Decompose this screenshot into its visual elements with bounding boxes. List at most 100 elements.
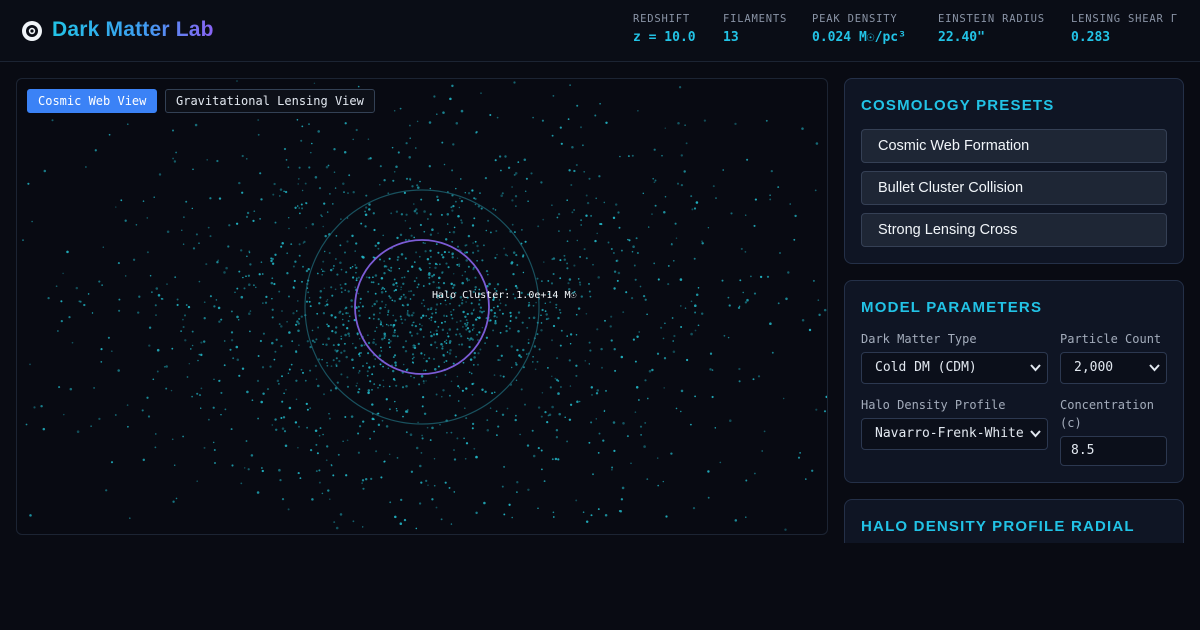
- dark-matter-particle: [468, 338, 471, 342]
- dark-matter-particle: [525, 177, 528, 180]
- dark-matter-particle: [568, 169, 571, 172]
- dark-matter-particle: [543, 261, 545, 263]
- dark-matter-particle: [575, 313, 578, 316]
- dark-matter-particle: [394, 364, 397, 367]
- dark-matter-particle: [388, 295, 391, 297]
- dark-matter-particle: [151, 291, 153, 293]
- dark-matter-particle: [499, 359, 501, 361]
- dark-matter-particle: [372, 212, 375, 215]
- dark-matter-particle: [402, 415, 404, 418]
- dark-matter-particle: [235, 345, 239, 349]
- dark-matter-particle: [421, 437, 424, 440]
- dark-matter-particle: [619, 509, 623, 513]
- tab-gravitational-lensing-view[interactable]: Gravitational Lensing View: [165, 89, 375, 113]
- dark-matter-particle: [374, 330, 376, 332]
- simulation-viewport[interactable]: Halo Cluster: 1.0e+14 M☉ Cosmic Web View…: [16, 78, 828, 535]
- dark-matter-particle: [306, 340, 309, 343]
- dark-matter-particle: [251, 399, 254, 402]
- dark-matter-particle: [335, 526, 339, 530]
- dark-matter-particle: [465, 244, 468, 246]
- preset-cosmic-web-formation-button[interactable]: Cosmic Web Formation: [861, 129, 1167, 163]
- cosmic-web-canvas[interactable]: Halo Cluster: 1.0e+14 M☉: [17, 79, 828, 535]
- dark-matter-particle: [633, 264, 636, 267]
- dark-matter-particle: [270, 259, 273, 263]
- dark-matter-particle: [192, 247, 196, 250]
- dark-matter-particle: [598, 175, 601, 178]
- halo-density-profile-select[interactable]: Navarro-Frenk-White: [861, 418, 1048, 450]
- dark-matter-particle: [527, 200, 529, 203]
- dark-matter-particle: [622, 311, 625, 314]
- dark-matter-particle: [440, 213, 443, 216]
- dark-matter-particle: [412, 293, 415, 297]
- dark-matter-particle: [415, 446, 419, 450]
- dark-matter-particle: [552, 511, 555, 514]
- particle-count-select[interactable]: 2,000: [1060, 352, 1167, 384]
- dark-matter-particle: [172, 157, 175, 160]
- dark-matter-particle: [173, 160, 177, 163]
- dark-matter-particle: [404, 296, 407, 299]
- dark-matter-particle: [558, 230, 560, 232]
- dark-matter-particle: [294, 260, 297, 263]
- dark-matter-particle: [334, 331, 337, 334]
- dark-matter-particle: [377, 386, 379, 389]
- preset-strong-lensing-cross-button[interactable]: Strong Lensing Cross: [861, 213, 1167, 247]
- dark-matter-particle: [176, 298, 179, 301]
- dark-matter-particle: [739, 279, 742, 282]
- dark-matter-particle: [316, 452, 319, 455]
- dark-matter-particle: [433, 95, 436, 98]
- dark-matter-particle: [229, 348, 232, 351]
- dark-matter-particle: [431, 228, 434, 231]
- dark-matter-particle: [326, 445, 329, 448]
- dark-matter-particle: [351, 234, 354, 238]
- dark-matter-particle: [332, 264, 335, 267]
- dark-matter-particle: [445, 315, 448, 317]
- dark-matter-particle: [281, 375, 283, 378]
- dark-matter-particle: [540, 415, 543, 418]
- dark-matter-particle: [295, 379, 298, 382]
- dark-matter-particle: [516, 348, 519, 352]
- dark-matter-particle: [510, 345, 513, 348]
- dark-matter-particle: [711, 369, 714, 371]
- dark-matter-particle: [533, 345, 537, 348]
- dark-matter-particle: [552, 516, 555, 518]
- concentration-input[interactable]: 8.5: [1060, 436, 1167, 466]
- dark-matter-particle: [379, 323, 383, 326]
- dark-matter-particle: [501, 485, 504, 488]
- dark-matter-particle: [471, 189, 474, 192]
- dark-matter-particle: [328, 252, 331, 254]
- dark-matter-particle: [442, 389, 445, 392]
- dark-matter-particle: [298, 425, 300, 428]
- dark-matter-particle: [474, 197, 477, 201]
- dark-matter-particle: [455, 333, 458, 336]
- dark-matter-particle: [462, 310, 465, 314]
- dark-matter-particle: [598, 432, 601, 435]
- dark-matter-particle: [734, 519, 738, 522]
- dark-matter-particle: [269, 365, 272, 368]
- dark-matter-particle: [770, 169, 773, 173]
- dark-matter-particle: [500, 169, 502, 172]
- dark-matter-particle: [392, 283, 395, 286]
- dark-matter-particle: [100, 361, 103, 363]
- tab-cosmic-web-view[interactable]: Cosmic Web View: [27, 89, 158, 113]
- dark-matter-particle: [582, 511, 585, 513]
- dark-matter-particle: [480, 92, 482, 95]
- dark-matter-particle: [396, 258, 399, 261]
- dark-matter-particle: [279, 478, 282, 482]
- dark-matter-particle: [22, 239, 24, 241]
- dark-matter-particle: [27, 182, 30, 185]
- dark-matter-particle: [487, 273, 489, 276]
- dark-matter-particle: [297, 446, 299, 449]
- dark-matter-particle: [485, 336, 489, 339]
- dark-matter-type-select[interactable]: Cold DM (CDM): [861, 352, 1048, 384]
- preset-bullet-cluster-collision-button[interactable]: Bullet Cluster Collision: [861, 171, 1167, 205]
- dark-matter-particle: [327, 324, 330, 328]
- dark-matter-particle: [515, 362, 517, 364]
- dark-matter-particle: [405, 177, 409, 180]
- dark-matter-particle: [428, 357, 431, 360]
- dark-matter-particle: [517, 329, 520, 333]
- dark-matter-particle: [569, 229, 571, 232]
- dark-matter-particle: [358, 370, 361, 372]
- dark-matter-particle: [499, 374, 502, 377]
- dark-matter-particle: [361, 479, 365, 482]
- dark-matter-particle: [367, 341, 371, 345]
